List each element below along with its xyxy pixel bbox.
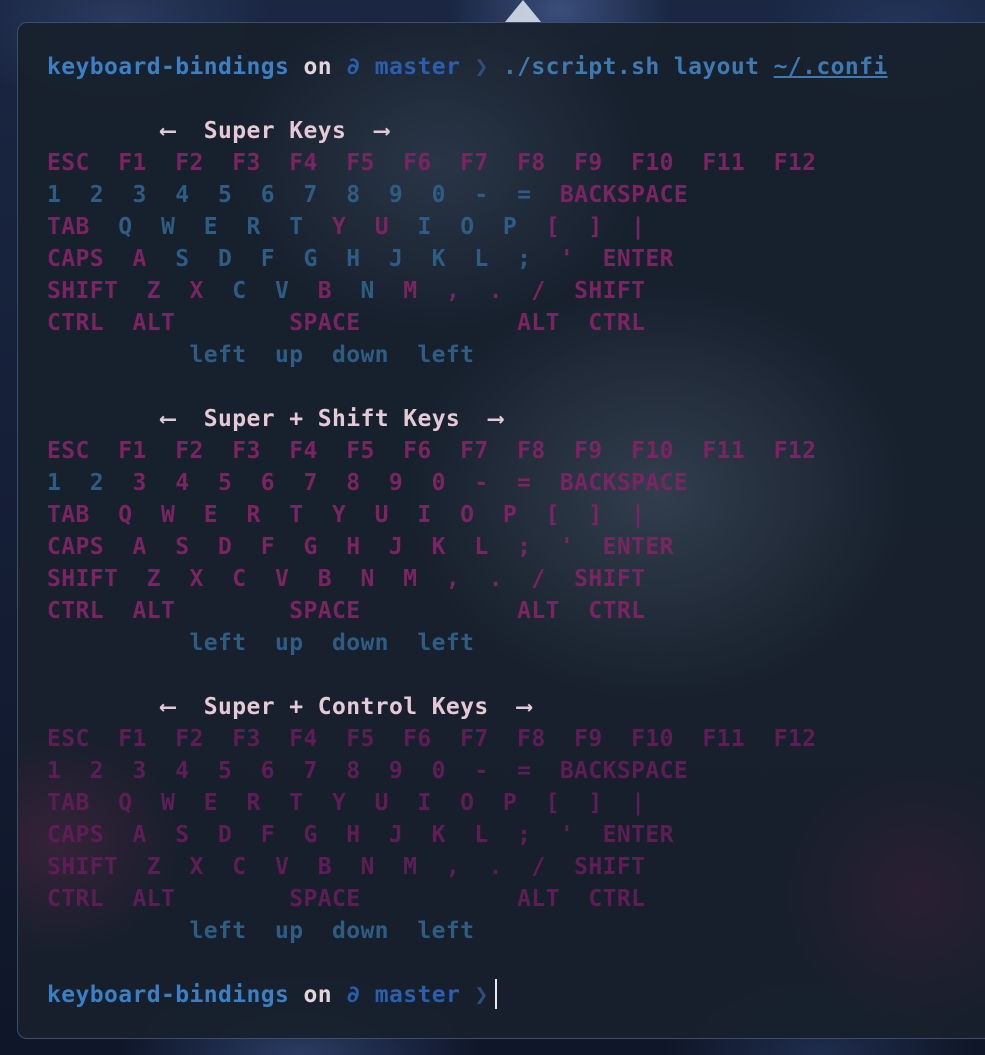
- left-arrow-icon: ⟵: [160, 694, 176, 720]
- git-branch-icon: ∂: [346, 54, 361, 80]
- keys-arrow-row: left up down left: [47, 918, 475, 944]
- keys-number-row: 1 2 3 4 5 6 7 8 9 0 - = BACKSPACE: [47, 758, 689, 784]
- keys-arrow-row: left up down left: [47, 342, 475, 368]
- key-row-shift: SHIFT Z X C V B N M , . / SHIFT: [47, 851, 645, 883]
- key-row-home: CAPS A S D F G H J K L ; ' ENTER: [47, 246, 674, 272]
- section-header-super-control: ⟵ Super + Control Keys ⟶: [47, 691, 531, 723]
- key-row-shift: SHIFT Z X C V B N M , . / SHIFT: [47, 278, 646, 304]
- text-cursor[interactable]: [494, 979, 497, 1009]
- keys-home-row: CAPS A S D F G H J K L ; ' ENTER: [47, 534, 674, 560]
- keys-modifier-row: CTRL ALT SPACE ALT CTRL: [47, 886, 646, 912]
- key-row-modifiers: CTRL ALT SPACE ALT CTRL: [47, 883, 645, 915]
- prompt-chevron-icon: ❯: [474, 54, 489, 80]
- keys-qwerty-row: TAB Q W E R T Y U I O P [ ] |: [47, 502, 646, 528]
- key-row-arrows: left up down left: [47, 915, 474, 947]
- right-arrow-icon: ⟶: [374, 118, 389, 144]
- key-row-qwerty: TAB Q W E R T Y U I O P [ ] |: [47, 787, 645, 819]
- key-row-shift: SHIFT Z X C V B N M , . / SHIFT: [47, 563, 645, 595]
- key-row-function: ESC F1 F2 F3 F4 F5 F6 F7 F8 F9 F10 F11 F…: [47, 435, 816, 467]
- key-row-numbers: 1 2 3 4 5 6 7 8 9 0 - = BACKSPACE: [47, 755, 688, 787]
- keys-function-row: ESC F1 F2 F3 F4 F5 F6 F7 F8 F9 F10 F11 F…: [47, 150, 817, 176]
- key-row-numbers: 1 2 3 4 5 6 7 8 9 0 - = BACKSPACE: [47, 470, 689, 496]
- prompt-on-label: on: [303, 982, 332, 1008]
- terminal-window[interactable]: keyboard-bindings on ∂ master ❯ ./script…: [17, 22, 985, 1039]
- key-row-qwerty: TAB Q W E R T Y U I O P [ ] |: [47, 214, 646, 240]
- key-row-home: CAPS A S D F G H J K L ; ' ENTER: [47, 531, 674, 563]
- keys-modifier-row: CTRL ALT SPACE ALT CTRL: [47, 310, 646, 336]
- keys-shift-row: SHIFT Z X C V B N M , . / SHIFT: [47, 854, 646, 880]
- key-backspace: BACKSPACE: [559, 182, 689, 208]
- command-text: ./script.sh layout: [502, 54, 760, 80]
- key-row-qwerty: TAB Q W E R T Y U I O P [ ] |: [47, 499, 645, 531]
- prompt-directory: keyboard-bindings: [47, 54, 290, 80]
- keys-qwerty-row: TAB Q W E R T Y U I O P [ ] |: [47, 790, 646, 816]
- prompt-directory: keyboard-bindings: [47, 982, 290, 1008]
- key-row-modifiers: CTRL ALT SPACE ALT CTRL: [47, 307, 645, 339]
- git-branch-name: master: [374, 982, 461, 1008]
- git-branch-name: master: [374, 54, 461, 80]
- keys-home-row: CAPS A S D F G H J K L ; ' ENTER: [47, 822, 674, 848]
- key-row-function: ESC F1 F2 F3 F4 F5 F6 F7 F8 F9 F10 F11 F…: [47, 723, 816, 755]
- right-arrow-icon: ⟶: [517, 694, 532, 720]
- wallpaper-light-beam: [505, 0, 541, 22]
- right-arrow-icon: ⟶: [488, 406, 503, 432]
- section-title: Super + Shift Keys: [203, 406, 461, 432]
- key-row-arrows: left up down left: [47, 627, 474, 659]
- keys-function-row: ESC F1 F2 F3 F4 F5 F6 F7 F8 F9 F10 F11 F…: [47, 726, 817, 752]
- keys-shift-row: SHIFT Z X C V B N M , . / SHIFT: [47, 566, 646, 592]
- git-branch-icon: ∂: [346, 982, 361, 1008]
- prompt-chevron-icon: ❯: [474, 982, 489, 1008]
- keys-function-row: ESC F1 F2 F3 F4 F5 F6 F7 F8 F9 F10 F11 F…: [47, 438, 817, 464]
- section-header-super-shift: ⟵ Super + Shift Keys ⟶: [47, 403, 503, 435]
- section-title: Super + Control Keys: [203, 694, 489, 720]
- left-arrow-icon: ⟵: [160, 406, 176, 432]
- left-arrow-icon: ⟵: [160, 118, 176, 144]
- key-row-home: CAPS A S D F G H J K L ; ' ENTER: [47, 819, 674, 851]
- section-title: Super Keys: [203, 118, 347, 144]
- prompt-on-label: on: [303, 54, 332, 80]
- command-path-link[interactable]: ~/.confi: [774, 54, 888, 80]
- key-row-modifiers: CTRL ALT SPACE ALT CTRL: [47, 595, 645, 627]
- section-header-super: ⟵ Super Keys ⟶: [47, 115, 389, 147]
- key-row-numbers: 1 2 3 4 5 6 7 8 9 0 - = BACKSPACE: [47, 179, 688, 211]
- key-row-function: ESC F1 F2 F3 F4 F5 F6 F7 F8 F9 F10 F11 F…: [47, 147, 816, 179]
- active-prompt-line[interactable]: keyboard-bindings on ∂ master ❯: [47, 979, 497, 1011]
- keys-modifier-row: CTRL ALT SPACE ALT CTRL: [47, 598, 646, 624]
- command-line: keyboard-bindings on ∂ master ❯ ./script…: [47, 51, 888, 83]
- key-row-arrows: left up down left: [47, 339, 474, 371]
- keys-arrow-row: left up down left: [47, 630, 475, 656]
- keys-number-row-main: 1 2 3 4 5 6 7 8 9 0 - =: [47, 182, 560, 208]
